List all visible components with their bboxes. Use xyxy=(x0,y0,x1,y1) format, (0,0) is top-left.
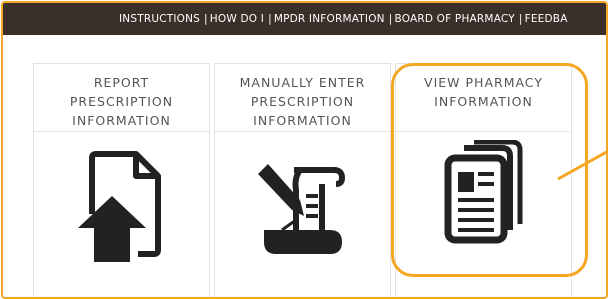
card-report-prescription[interactable]: REPORT PRESCRIPTION INFORMATION xyxy=(33,63,210,297)
card-title-line: REPORT xyxy=(93,75,150,90)
app-frame: INSTRUCTIONS | HOW DO I | MPDR INFORMATION | B… xyxy=(1,1,608,299)
nav-link-instructions[interactable]: INSTRUCTIONS xyxy=(119,13,200,25)
card-title-line: PRESCRIPTION xyxy=(69,94,174,109)
pen-on-scroll-icon xyxy=(257,164,345,254)
nav-separator: | xyxy=(518,13,523,25)
nav-link-mpdr-information[interactable]: MPDR INFORMATION xyxy=(274,13,385,25)
upload-document-icon xyxy=(77,151,161,262)
nav-separator: | xyxy=(388,13,393,25)
card-manually-enter-prescription[interactable]: MANUALLY ENTER PRESCRIPTION INFORMATION xyxy=(214,63,391,297)
nav-separator: | xyxy=(204,13,208,25)
nav-link-how-do-i[interactable]: HOW DO I xyxy=(210,13,264,25)
top-navigation: INSTRUCTIONS | HOW DO I | MPDR INFORMATION | B… xyxy=(3,3,606,35)
highlight-outline xyxy=(391,63,588,277)
nav-link-board-of-pharmacy[interactable]: BOARD OF PHARMACY xyxy=(394,13,514,25)
card-title-line: PRESCRIPTION xyxy=(250,94,355,109)
nav-link-feedback[interactable]: FEEDBA xyxy=(525,13,568,25)
card-title: REPORT PRESCRIPTION INFORMATION xyxy=(34,64,209,132)
card-title-line: MANUALLY ENTER xyxy=(239,75,366,90)
card-title-line: INFORMATION xyxy=(253,113,352,128)
card-title: MANUALLY ENTER PRESCRIPTION INFORMATION xyxy=(215,64,390,132)
nav-separator: | xyxy=(268,13,272,25)
card-title-line: INFORMATION xyxy=(72,113,171,128)
